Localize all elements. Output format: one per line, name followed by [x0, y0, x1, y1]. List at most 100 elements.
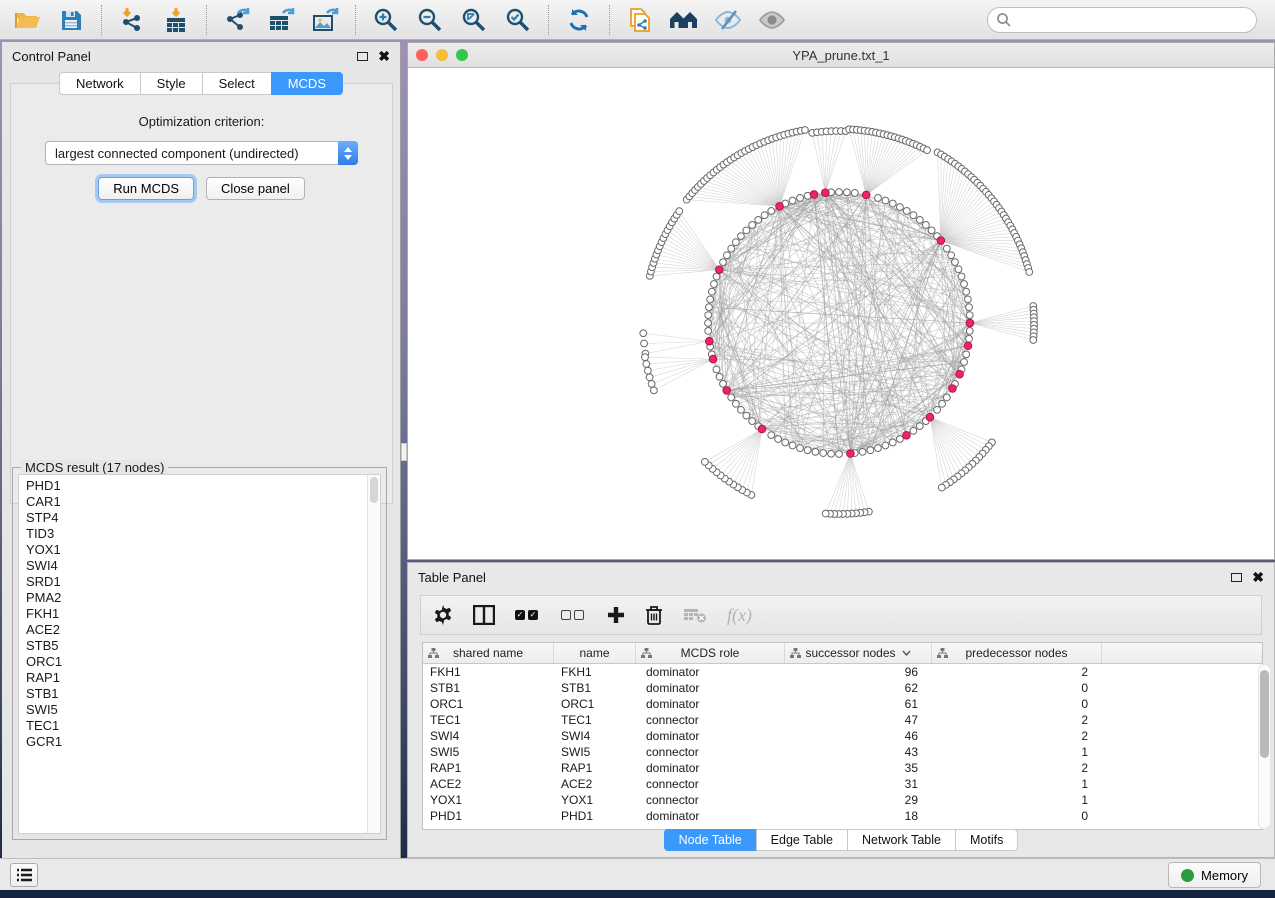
close-panel-icon[interactable]: ✖ — [378, 49, 390, 63]
mcds-result-item[interactable]: PMA2 — [26, 590, 380, 606]
delete-column-button[interactable] — [645, 601, 663, 629]
search-field[interactable] — [987, 7, 1257, 33]
hide-selected-button[interactable] — [707, 3, 749, 37]
zoom-fit-icon — [461, 7, 487, 33]
mcds-result-item[interactable]: STB5 — [26, 638, 380, 654]
task-history-button[interactable] — [10, 863, 38, 887]
mcds-result-item[interactable]: TID3 — [26, 526, 380, 542]
mcds-result-item[interactable]: CAR1 — [26, 494, 380, 510]
settings-gear-button[interactable] — [433, 601, 453, 629]
mcds-result-item[interactable]: SWI5 — [26, 702, 380, 718]
unchecked-box-icon — [574, 610, 584, 620]
column-header-shared-name[interactable]: shared name — [423, 643, 554, 663]
table-row[interactable]: ACE2ACE2connector311 — [423, 776, 1262, 792]
mcds-result-item[interactable]: FKH1 — [26, 606, 380, 622]
table-cell: TEC1 — [554, 713, 636, 727]
tab-select[interactable]: Select — [202, 72, 271, 95]
column-header-MCDS-role[interactable]: MCDS role — [636, 643, 785, 663]
run-mcds-button[interactable]: Run MCDS — [98, 177, 194, 200]
zoom-fit-button[interactable] — [453, 3, 495, 37]
table-panel-tabs: Node TableEdge TableNetwork TableMotifs — [408, 829, 1274, 851]
float-panel-icon[interactable] — [1231, 573, 1242, 582]
table-cell: 62 — [785, 681, 932, 695]
float-panel-icon[interactable] — [357, 52, 368, 61]
zoom-selected-button[interactable] — [497, 3, 539, 37]
criterion-dropdown[interactable]: largest connected component (undirected) — [45, 141, 358, 165]
export-network-button[interactable] — [216, 3, 258, 37]
memory-button[interactable]: Memory — [1168, 862, 1261, 888]
save-session-button[interactable] — [50, 3, 92, 37]
node-table: shared namenameMCDS rolesuccessor nodes p… — [422, 642, 1263, 830]
mcds-list-scrollbar[interactable] — [367, 475, 380, 833]
search-input[interactable] — [1012, 12, 1248, 27]
export-image-button[interactable] — [304, 3, 346, 37]
table-row[interactable]: PHD1PHD1dominator180 — [423, 808, 1262, 824]
table-row[interactable]: SWI4SWI4dominator462 — [423, 728, 1262, 744]
tab-mcds[interactable]: MCDS — [271, 72, 343, 95]
tab-node-table[interactable]: Node Table — [664, 829, 756, 851]
clone-network-icon — [627, 7, 653, 33]
mcds-result-item[interactable]: ACE2 — [26, 622, 380, 638]
mcds-result-item[interactable]: YOX1 — [26, 542, 380, 558]
table-cell: RAP1 — [423, 761, 554, 775]
import-table-button[interactable] — [155, 3, 197, 37]
zoom-out-button[interactable] — [409, 3, 451, 37]
mcds-result-item[interactable]: ORC1 — [26, 654, 380, 670]
tab-network[interactable]: Network — [59, 72, 140, 95]
mcds-result-item[interactable]: SWI4 — [26, 558, 380, 574]
tab-motifs[interactable]: Motifs — [955, 829, 1018, 851]
table-row[interactable]: YOX1YOX1connector291 — [423, 792, 1262, 808]
function-builder-button[interactable]: f(x) — [727, 601, 752, 629]
close-traffic-light[interactable] — [416, 49, 428, 61]
close-panel-icon[interactable]: ✖ — [1252, 570, 1264, 584]
mcds-result-item[interactable]: SRD1 — [26, 574, 380, 590]
mcds-result-item[interactable]: STP4 — [26, 510, 380, 526]
clone-network-button[interactable] — [619, 3, 661, 37]
show-all-button[interactable] — [751, 3, 793, 37]
add-column-button[interactable] — [607, 601, 625, 629]
show-columns-button[interactable] — [473, 601, 495, 629]
tab-edge-table[interactable]: Edge Table — [756, 829, 847, 851]
scrollbar-thumb[interactable] — [1260, 670, 1269, 758]
minimize-traffic-light[interactable] — [436, 49, 448, 61]
scrollbar-thumb[interactable] — [370, 477, 378, 503]
tab-network-table[interactable]: Network Table — [847, 829, 955, 851]
mcds-result-item[interactable]: PHD1 — [26, 478, 380, 494]
table-cell: ACE2 — [423, 777, 554, 791]
table-cell: 2 — [932, 665, 1102, 679]
table-row[interactable]: SWI5SWI5connector431 — [423, 744, 1262, 760]
delete-table-button[interactable] — [683, 601, 707, 629]
export-table-button[interactable] — [260, 3, 302, 37]
table-cell: dominator — [636, 697, 785, 711]
table-scrollbar[interactable] — [1258, 664, 1271, 829]
open-file-button[interactable] — [6, 3, 48, 37]
maximize-traffic-light[interactable] — [456, 49, 468, 61]
deselect-all-button[interactable] — [561, 601, 587, 629]
mcds-result-item[interactable]: RAP1 — [26, 670, 380, 686]
mcds-result-item[interactable]: TEC1 — [26, 718, 380, 734]
mcds-result-item[interactable]: STB1 — [26, 686, 380, 702]
table-cell: 2 — [932, 761, 1102, 775]
column-header-predecessor-nodes[interactable]: predecessor nodes — [932, 643, 1102, 663]
import-network-button[interactable] — [111, 3, 153, 37]
refresh-button[interactable] — [558, 3, 600, 37]
tree-attribute-icon — [428, 648, 439, 659]
network-window-titlebar[interactable]: YPA_prune.txt_1 — [408, 43, 1274, 68]
column-label: predecessor nodes — [965, 646, 1067, 660]
network-canvas[interactable] — [408, 68, 1274, 559]
optimization-criterion-label: Optimization criterion: — [11, 114, 392, 129]
zoom-in-button[interactable] — [365, 3, 407, 37]
table-row[interactable]: TEC1TEC1connector472 — [423, 712, 1262, 728]
column-header-name[interactable]: name — [554, 643, 636, 663]
tab-style[interactable]: Style — [140, 72, 202, 95]
first-neighbors-button[interactable] — [663, 3, 705, 37]
table-row[interactable]: ORC1ORC1dominator610 — [423, 696, 1262, 712]
close-panel-button[interactable]: Close panel — [206, 177, 305, 200]
list-icon — [16, 868, 32, 882]
column-header-successor-nodes[interactable]: successor nodes — [785, 643, 932, 663]
table-row[interactable]: STB1STB1dominator620 — [423, 680, 1262, 696]
select-all-button[interactable]: ✓ ✓ — [515, 601, 541, 629]
table-row[interactable]: RAP1RAP1dominator352 — [423, 760, 1262, 776]
mcds-result-item[interactable]: GCR1 — [26, 734, 380, 750]
table-row[interactable]: FKH1FKH1dominator962 — [423, 664, 1262, 680]
